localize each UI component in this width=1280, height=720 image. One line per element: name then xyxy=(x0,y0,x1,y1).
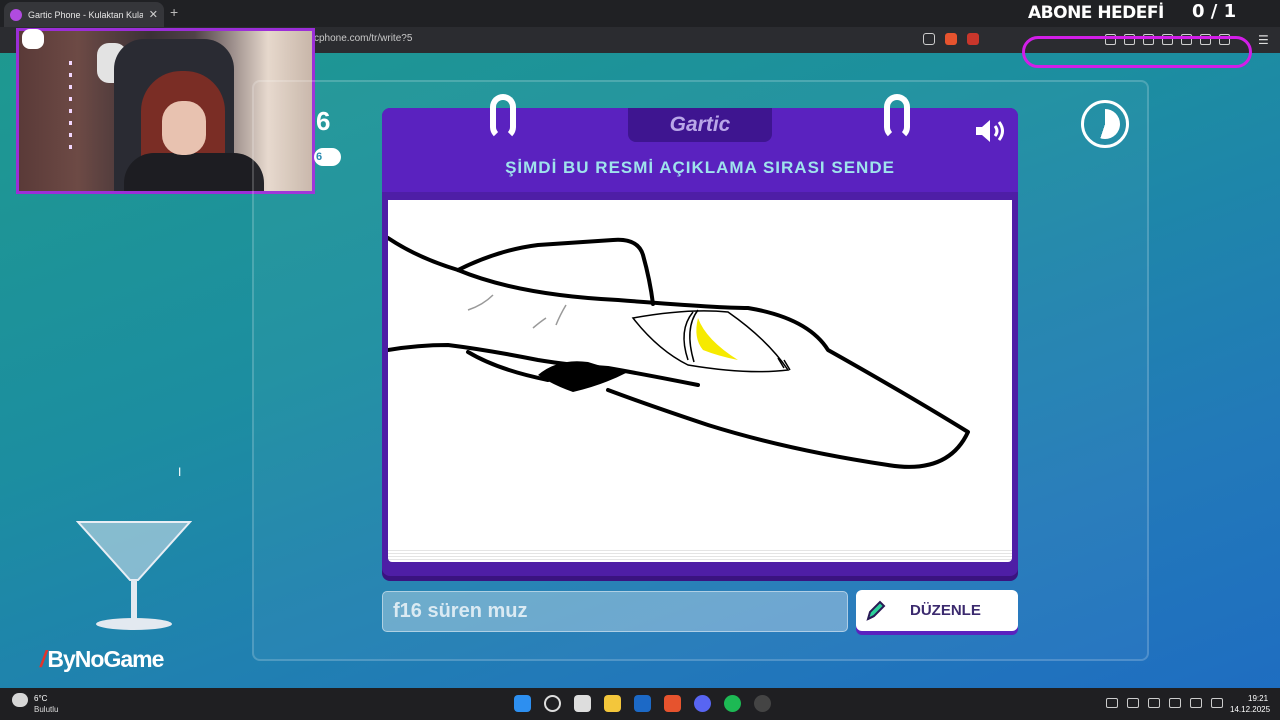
obs-icon[interactable] xyxy=(754,695,771,712)
binder-ring xyxy=(490,94,516,140)
weather-temp: 6°C xyxy=(34,694,48,703)
edit-button-label: DÜZENLE xyxy=(910,602,981,619)
banana-fill xyxy=(696,318,738,360)
binder-ring xyxy=(884,94,910,140)
speaker-icon[interactable] xyxy=(974,118,1008,144)
new-tab-button[interactable]: + xyxy=(170,4,178,20)
fairy-lights xyxy=(69,61,72,151)
url-field[interactable]: cphone.com/tr/write?5 xyxy=(314,33,412,44)
cloud-icon[interactable] xyxy=(12,693,28,707)
brave-browser-icon[interactable] xyxy=(664,695,681,712)
network-icon[interactable] xyxy=(1190,698,1202,708)
martini-glass-icon xyxy=(76,521,192,630)
discord-icon[interactable] xyxy=(694,695,711,712)
share-icon[interactable] xyxy=(923,33,935,45)
brave-shield-icon[interactable] xyxy=(945,33,957,45)
kebab-menu-icon[interactable]: ☰ xyxy=(1258,33,1269,47)
notebook-edge xyxy=(388,550,1012,562)
text-cursor-icon: I xyxy=(178,465,182,479)
pencil-icon xyxy=(866,600,886,621)
timer-icon xyxy=(1081,100,1129,148)
clock-time[interactable]: 19:21 xyxy=(1248,694,1268,703)
highlight-ring xyxy=(1022,36,1252,68)
instruction-text: ŞİMDİ BU RESMİ AÇIKLAMA SIRASI SENDE xyxy=(505,158,895,177)
tray-chevron-icon[interactable] xyxy=(1106,698,1118,708)
player-count: 6 xyxy=(316,106,331,136)
gartic-favicon-icon xyxy=(10,8,22,21)
volume-icon[interactable] xyxy=(1211,698,1223,708)
subscriber-goal-label: ABONE HEDEFİ xyxy=(1028,3,1164,23)
bynogame-mark-icon: / xyxy=(40,646,46,672)
drawing-canvas xyxy=(388,200,1012,550)
tray-app-icon[interactable] xyxy=(1127,698,1139,708)
pen-icon[interactable] xyxy=(1169,698,1181,708)
player-count-badge: 6 xyxy=(314,148,341,166)
outlook-icon[interactable] xyxy=(634,695,651,712)
brave-rewards-icon[interactable] xyxy=(967,33,979,45)
answer-input[interactable]: f16 süren muz xyxy=(382,591,848,632)
weather-desc: Bulutlu xyxy=(34,705,59,714)
system-tray xyxy=(1106,698,1223,708)
file-explorer-icon[interactable] xyxy=(604,695,621,712)
streamer-body xyxy=(124,153,264,191)
task-view-icon[interactable] xyxy=(574,695,591,712)
browser-tab[interactable]: Gartic Phone - Kulaktan Kulağa ✕ xyxy=(4,2,164,27)
gartic-logo: Gartic xyxy=(628,108,772,142)
microphone-icon[interactable] xyxy=(1148,698,1160,708)
drawing-card: Gartic ŞİMDİ BU RESMİ AÇIKLAMA SIRASI SE… xyxy=(382,94,1018,576)
tab-title: Gartic Phone - Kulaktan Kulağa xyxy=(28,9,143,20)
subscriber-goal-value: 0 / 1 xyxy=(1192,1,1237,22)
streamer-face xyxy=(162,101,206,155)
search-icon[interactable] xyxy=(544,695,561,712)
sponsor-name: ByNoGame xyxy=(47,646,164,672)
cat-logo-icon xyxy=(22,29,44,49)
address-bar-icons xyxy=(923,33,979,45)
tab-close-icon[interactable]: ✕ xyxy=(149,8,158,21)
edit-button[interactable]: DÜZENLE xyxy=(856,590,1018,631)
taskbar-apps xyxy=(514,695,771,712)
clock-date[interactable]: 14.12.2025 xyxy=(1230,705,1270,714)
gartic-logo-text: Gartic xyxy=(669,113,731,136)
windows-start-icon[interactable] xyxy=(514,695,531,712)
spotify-icon[interactable] xyxy=(724,695,741,712)
sponsor-logo: /ByNoGame xyxy=(40,646,164,673)
